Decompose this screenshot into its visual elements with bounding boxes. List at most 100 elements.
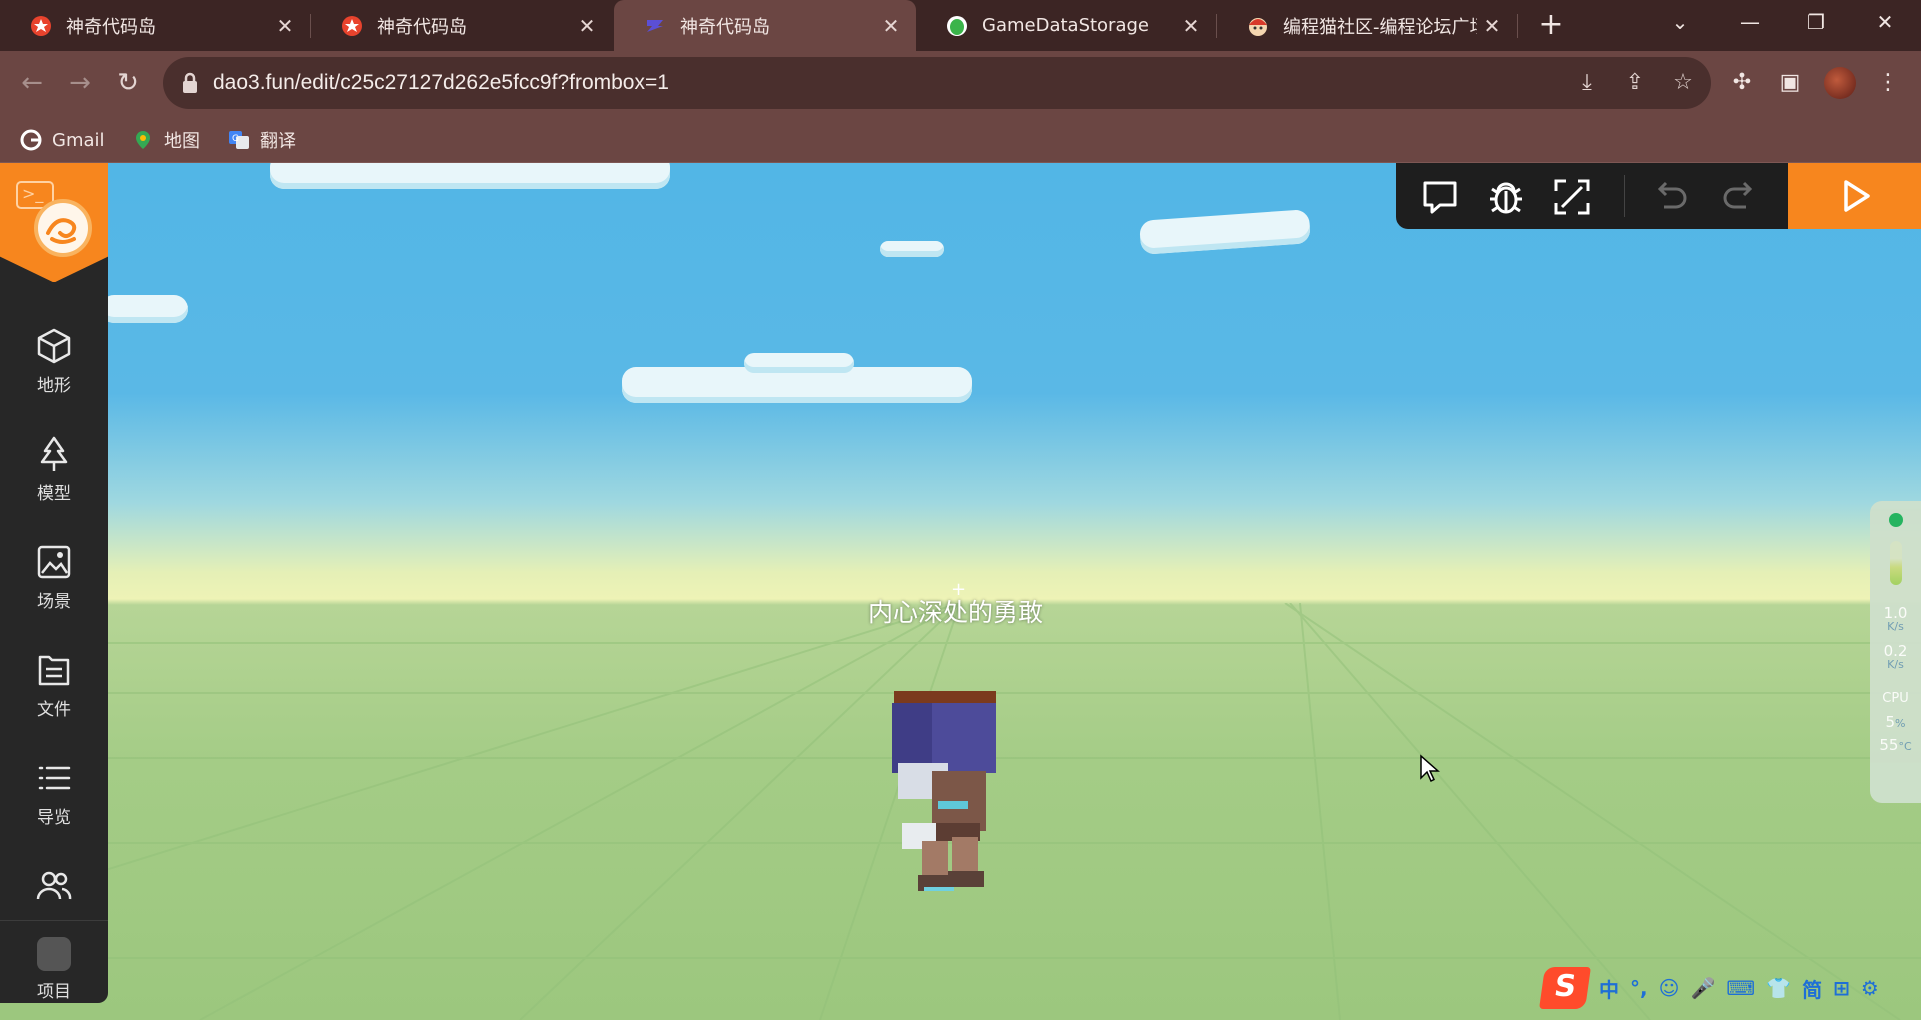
download-rate: 0.2 K/s <box>1870 643 1921 671</box>
ime-toolbox-icon[interactable]: ⊞ <box>1833 976 1850 1000</box>
close-icon[interactable]: ✕ <box>572 14 602 38</box>
upload-value: 1.0 <box>1883 604 1908 622</box>
browser-tab[interactable]: 神奇代码岛 ✕ <box>311 0 612 51</box>
window-close-icon[interactable]: ✕ <box>1855 0 1915 44</box>
google-icon <box>20 129 42 151</box>
close-icon[interactable]: ✕ <box>1477 14 1507 38</box>
bug-icon[interactable] <box>1484 175 1528 219</box>
tree-icon <box>40 436 68 471</box>
side-panel-icon[interactable]: ▣ <box>1770 63 1810 103</box>
sogou-ime-logo[interactable]: S <box>1539 967 1591 1009</box>
restore-icon[interactable]: ❐ <box>1786 0 1846 44</box>
extensions-puzzle-icon[interactable]: ✣ <box>1722 63 1762 103</box>
sidebar-item-guide[interactable]: 导览 <box>0 759 108 849</box>
dao3-icon <box>31 15 51 36</box>
browser-tab[interactable]: 编程猫社区-编程论坛广场 ✕ <box>1217 0 1517 51</box>
address-bar[interactable]: dao3.fun/edit/c25c27127d262e5fcc9f?fromb… <box>163 57 1711 109</box>
sidebar-item-project[interactable]: 项目 <box>0 920 108 1003</box>
bookmark-label: 翻译 <box>260 131 296 152</box>
caret-down-icon[interactable] <box>46 282 62 291</box>
ime-toolbar: S 中 °, ☺ 🎤 ⌨ 👕 简 ⊞ ⚙ <box>1539 966 1921 1010</box>
cloud <box>880 241 944 257</box>
sidebar-item-label: 文件 <box>37 700 71 720</box>
bookmark-gmail[interactable]: Gmail <box>20 126 105 154</box>
browser-tab[interactable]: 神奇代码岛 ✕ <box>0 0 310 51</box>
temp-value: 55 <box>1879 736 1899 754</box>
ime-emoji-icon[interactable]: ☺ <box>1659 976 1680 1000</box>
dao3-logo-block[interactable]: >_ <box>0 163 108 283</box>
toolbar-divider <box>1624 175 1625 217</box>
reload-icon[interactable]: ↻ <box>108 63 148 103</box>
redo-icon[interactable] <box>1716 175 1760 219</box>
minimize-icon[interactable]: — <box>1720 0 1780 44</box>
green-blob-icon <box>947 15 967 36</box>
lock-icon <box>183 72 197 93</box>
cpu-usage: 5% <box>1870 714 1921 731</box>
editor-toolbar <box>1396 163 1788 229</box>
download-value: 0.2 <box>1883 642 1908 660</box>
temp-unit: °C <box>1898 740 1912 753</box>
bookmarks-bar: Gmail 地图 G 翻译 <box>0 117 1921 163</box>
profile-avatar[interactable] <box>1824 67 1856 99</box>
install-app-icon[interactable]: ⤓ <box>1571 67 1603 99</box>
users-icon <box>36 871 72 900</box>
ime-voice-icon[interactable]: 🎤 <box>1690 976 1715 1000</box>
browser-tab-active[interactable]: 神奇代码岛 ✕ <box>614 0 916 51</box>
bookmark-maps[interactable]: 地图 <box>132 126 200 154</box>
ime-settings-icon[interactable]: ⚙ <box>1861 976 1879 1000</box>
sidebar-item-label: 项目 <box>37 982 71 1002</box>
close-icon[interactable]: ✕ <box>876 14 906 38</box>
tab-title: 神奇代码岛 <box>377 16 467 38</box>
chat-bubble-icon[interactable] <box>1418 175 1462 219</box>
sidebar-item-terrain[interactable]: 地形 <box>0 327 108 417</box>
browser-tab[interactable]: GameDataStorage ✕ <box>916 0 1216 51</box>
browser-toolbar: ← → ↻ dao3.fun/edit/c25c27127d262e5fcc9f… <box>0 51 1921 117</box>
upload-rate: 1.0 K/s <box>1870 605 1921 633</box>
share-icon[interactable]: ⇪ <box>1619 67 1651 99</box>
forward-arrow-icon[interactable]: → <box>60 63 100 103</box>
player-nameplate: 内心深处的勇敢 <box>868 598 1044 627</box>
bookmark-label: Gmail <box>52 129 105 151</box>
upload-unit: K/s <box>1887 620 1904 633</box>
more-menu-icon[interactable]: ⋮ <box>1868 63 1908 103</box>
cpu-label: CPU <box>1882 691 1909 706</box>
ime-chinese-mode[interactable]: 中 <box>1599 974 1619 1003</box>
tab-search-icon[interactable]: ⌄ <box>1650 0 1710 44</box>
tab-title: GameDataStorage <box>982 15 1149 36</box>
sidebar-item-scene[interactable]: 场景 <box>0 543 108 633</box>
play-button[interactable] <box>1788 163 1921 229</box>
sidebar-item-label: 模型 <box>37 484 71 504</box>
cloud <box>270 163 670 189</box>
sidebar-item-label: 场景 <box>37 592 71 612</box>
status-dot <box>1888 513 1903 527</box>
codemao-icon <box>1249 17 1267 36</box>
cpu-temperature: 55°C <box>1870 737 1921 754</box>
bookmark-translate[interactable]: G 翻译 <box>228 126 296 154</box>
ime-simplified[interactable]: 简 <box>1802 974 1822 1003</box>
new-tab-button[interactable]: + <box>1533 8 1569 44</box>
back-arrow-icon[interactable]: ← <box>12 63 52 103</box>
close-icon[interactable]: ✕ <box>1176 14 1206 38</box>
ime-punctuation[interactable]: °, <box>1630 976 1648 1000</box>
player-avatar[interactable] <box>868 673 1028 913</box>
fullscreen-icon[interactable] <box>1550 175 1594 219</box>
sidebar-item-label: 导览 <box>37 808 71 828</box>
cloud <box>1139 209 1311 255</box>
sidebar-item-models[interactable]: 模型 <box>0 435 108 525</box>
sidebar-item-files[interactable]: 文件 <box>0 651 108 741</box>
close-icon[interactable]: ✕ <box>270 14 300 38</box>
game-viewport[interactable]: + 内心深处的勇敢 <box>0 163 1921 1020</box>
undo-icon[interactable] <box>1650 175 1694 219</box>
ime-keyboard-icon[interactable]: ⌨ <box>1726 976 1755 1000</box>
tab-title: 编程猫社区-编程论坛广场 <box>1283 16 1477 38</box>
editor-sidebar: >_ 地形 模型 场景 文件 导览 项目 <box>0 163 108 1003</box>
sidebar-item-users[interactable] <box>0 867 108 917</box>
ime-skin-icon[interactable]: 👕 <box>1766 976 1791 1000</box>
cloud <box>100 295 188 323</box>
dao3-logo-icon <box>34 199 92 257</box>
cpu-unit: % <box>1895 717 1906 730</box>
play-icon <box>1844 180 1870 212</box>
cloud <box>744 353 854 373</box>
bookmark-star-icon[interactable]: ☆ <box>1667 67 1699 99</box>
tab-divider <box>1517 14 1518 38</box>
